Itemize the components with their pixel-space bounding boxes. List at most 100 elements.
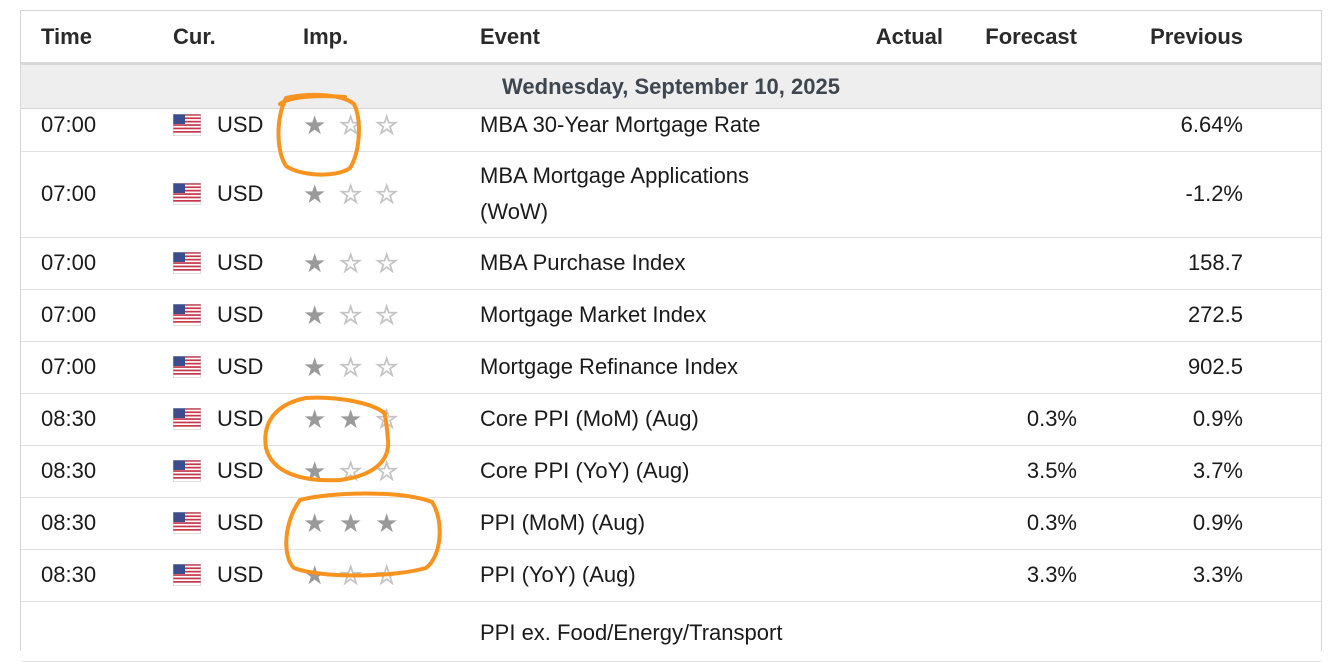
currency-code: USD bbox=[217, 354, 264, 379]
star-filled-icon: ★ bbox=[339, 404, 363, 434]
us-flag-icon bbox=[172, 459, 202, 483]
currency-code: USD bbox=[217, 458, 264, 483]
star-filled-icon: ★ bbox=[303, 179, 327, 209]
table-row[interactable]: 07:00 USD ★ ☆ ☆ MBA 30-Year Mortgage Rate 6.64… bbox=[21, 99, 1321, 152]
header-currency[interactable]: Cur. bbox=[173, 24, 216, 50]
event-name[interactable]: Core PPI (YoY) (Aug) bbox=[480, 453, 690, 489]
row-currency: USD bbox=[172, 549, 263, 601]
header-forecast[interactable]: Forecast bbox=[985, 24, 1077, 50]
row-event[interactable]: MBA 30-Year Mortgage Rate bbox=[480, 99, 820, 151]
currency-code: USD bbox=[217, 510, 264, 535]
table-row[interactable]: 08:30 USD ★ ☆ ☆ Core PPI (YoY) (Aug) 3.5% 3.7% bbox=[21, 445, 1321, 498]
row-time: 07:00 bbox=[41, 112, 97, 137]
table-row[interactable]: 08:30 USD ★ ☆ ☆ PPI (YoY) (Aug) 3.3% 3.3% bbox=[21, 549, 1321, 602]
star-empty-icon: ☆ bbox=[375, 560, 399, 590]
star-empty-icon: ☆ bbox=[339, 248, 363, 278]
star-empty-icon: ☆ bbox=[339, 560, 363, 590]
us-flag-icon bbox=[172, 563, 202, 587]
row-previous: -1.2% bbox=[1185, 181, 1243, 206]
row-previous: 902.5 bbox=[1187, 354, 1243, 379]
star-filled-icon: ★ bbox=[303, 110, 327, 140]
event-name[interactable]: PPI (MoM) (Aug) bbox=[480, 505, 645, 541]
row-forecast: 3.3% bbox=[1026, 562, 1077, 587]
header-actual[interactable]: Actual bbox=[876, 24, 943, 50]
header-previous[interactable]: Previous bbox=[1150, 24, 1243, 50]
row-importance: ★ ☆ ☆ bbox=[303, 151, 411, 237]
header-importance[interactable]: Imp. bbox=[303, 24, 348, 50]
event-name[interactable]: Mortgage Refinance Index bbox=[480, 349, 738, 385]
row-event[interactable]: Mortgage Market Index bbox=[480, 289, 820, 341]
header-event[interactable]: Event bbox=[480, 24, 540, 50]
row-previous: 272.5 bbox=[1187, 302, 1243, 327]
row-currency: USD bbox=[172, 237, 264, 289]
us-flag-icon bbox=[172, 407, 202, 431]
star-filled-icon: ★ bbox=[303, 404, 327, 434]
row-forecast: 0.3% bbox=[1026, 510, 1077, 535]
star-filled-icon: ★ bbox=[375, 508, 399, 538]
star-filled-icon: ★ bbox=[303, 508, 327, 538]
row-event[interactable]: Mortgage Refinance Index bbox=[480, 341, 820, 393]
table-row[interactable]: 07:00 USD ★ ☆ ☆ Mortgage Refinance Index 902.5 bbox=[21, 341, 1321, 394]
star-filled-icon: ★ bbox=[303, 560, 327, 590]
event-name[interactable]: MBA Mortgage Applications (WoW) bbox=[480, 158, 820, 230]
row-importance: ★ ☆ ☆ bbox=[303, 341, 411, 393]
star-empty-icon: ☆ bbox=[339, 110, 363, 140]
event-name[interactable]: MBA Purchase Index bbox=[480, 245, 685, 281]
star-empty-icon: ☆ bbox=[375, 110, 399, 140]
currency-code: USD bbox=[217, 181, 264, 206]
currency-code: USD bbox=[217, 112, 264, 137]
table-row[interactable]: 07:00 USD ★ ☆ ☆ MBA Mortgage Applications (Wo… bbox=[21, 151, 1321, 238]
row-currency: USD bbox=[172, 341, 264, 393]
event-name[interactable]: Core PPI (MoM) (Aug) bbox=[480, 401, 699, 437]
row-previous: 158.7 bbox=[1187, 250, 1243, 275]
us-flag-icon bbox=[172, 303, 202, 327]
table-row[interactable]: 07:00 USD ★ ☆ ☆ Mortgage Market Index 272.5 bbox=[21, 289, 1321, 342]
row-event[interactable]: PPI (MoM) (Aug) bbox=[480, 497, 820, 549]
us-flag-icon bbox=[172, 511, 202, 535]
currency-code: USD bbox=[217, 302, 264, 327]
row-time: 07:00 bbox=[41, 181, 97, 206]
row-event[interactable]: Core PPI (YoY) (Aug) bbox=[480, 445, 820, 497]
table-row[interactable]: 08:30 USD ★ ★ ★ PPI (MoM) (Aug) 0.3% 0.9% bbox=[21, 497, 1321, 550]
row-event[interactable]: PPI (YoY) (Aug) bbox=[480, 549, 820, 601]
star-filled-icon: ★ bbox=[303, 300, 327, 330]
header-time[interactable]: Time bbox=[41, 24, 92, 50]
table-row[interactable]: 07:00 USD ★ ☆ ☆ MBA Purchase Index 158.7 bbox=[21, 237, 1321, 290]
event-name[interactable]: PPI (YoY) (Aug) bbox=[480, 557, 636, 593]
row-previous: 6.64% bbox=[1180, 112, 1243, 137]
row-currency: USD bbox=[172, 99, 264, 151]
us-flag-icon bbox=[172, 355, 202, 379]
table-row[interactable]: 08:30 USD ★ ★ ☆ Core PPI (MoM) (Aug) 0.3% 0.9% bbox=[21, 393, 1321, 446]
row-event[interactable]: MBA Mortgage Applications (WoW) bbox=[480, 151, 820, 237]
table-row[interactable]: PPI ex. Food/Energy/Transport bbox=[21, 601, 1321, 662]
star-filled-icon: ★ bbox=[339, 508, 363, 538]
row-time: 08:30 bbox=[41, 510, 97, 535]
row-importance: ★ ☆ ☆ bbox=[303, 99, 411, 151]
row-previous: 3.7% bbox=[1192, 458, 1243, 483]
event-name[interactable]: MBA 30-Year Mortgage Rate bbox=[480, 107, 760, 143]
currency-code: USD bbox=[217, 250, 264, 275]
star-empty-icon: ☆ bbox=[339, 352, 363, 382]
star-empty-icon: ☆ bbox=[375, 248, 399, 278]
row-time: 07:00 bbox=[41, 354, 97, 379]
table-header: Time Cur. Imp. Event Actual Forecast Pre… bbox=[21, 11, 1321, 65]
row-time: 07:00 bbox=[41, 250, 97, 275]
row-importance: ★ ☆ ☆ bbox=[303, 549, 411, 601]
event-name[interactable]: PPI ex. Food/Energy/Transport bbox=[480, 615, 782, 651]
star-filled-icon: ★ bbox=[303, 352, 327, 382]
row-event[interactable]: MBA Purchase Index bbox=[480, 237, 820, 289]
star-empty-icon: ☆ bbox=[339, 179, 363, 209]
row-event[interactable]: PPI ex. Food/Energy/Transport bbox=[480, 615, 820, 651]
row-forecast: 3.5% bbox=[1026, 458, 1077, 483]
row-event[interactable]: Core PPI (MoM) (Aug) bbox=[480, 393, 820, 445]
row-forecast: 0.3% bbox=[1026, 406, 1077, 431]
event-name[interactable]: Mortgage Market Index bbox=[480, 297, 706, 333]
row-importance: ★ ★ ☆ bbox=[303, 393, 411, 445]
row-importance: ★ ☆ ☆ bbox=[303, 445, 411, 497]
star-filled-icon: ★ bbox=[303, 248, 327, 278]
row-previous: 0.9% bbox=[1192, 406, 1243, 431]
row-previous: 3.3% bbox=[1192, 562, 1243, 587]
us-flag-icon bbox=[172, 251, 202, 275]
row-time: 07:00 bbox=[41, 302, 97, 327]
currency-code: USD bbox=[217, 406, 264, 431]
